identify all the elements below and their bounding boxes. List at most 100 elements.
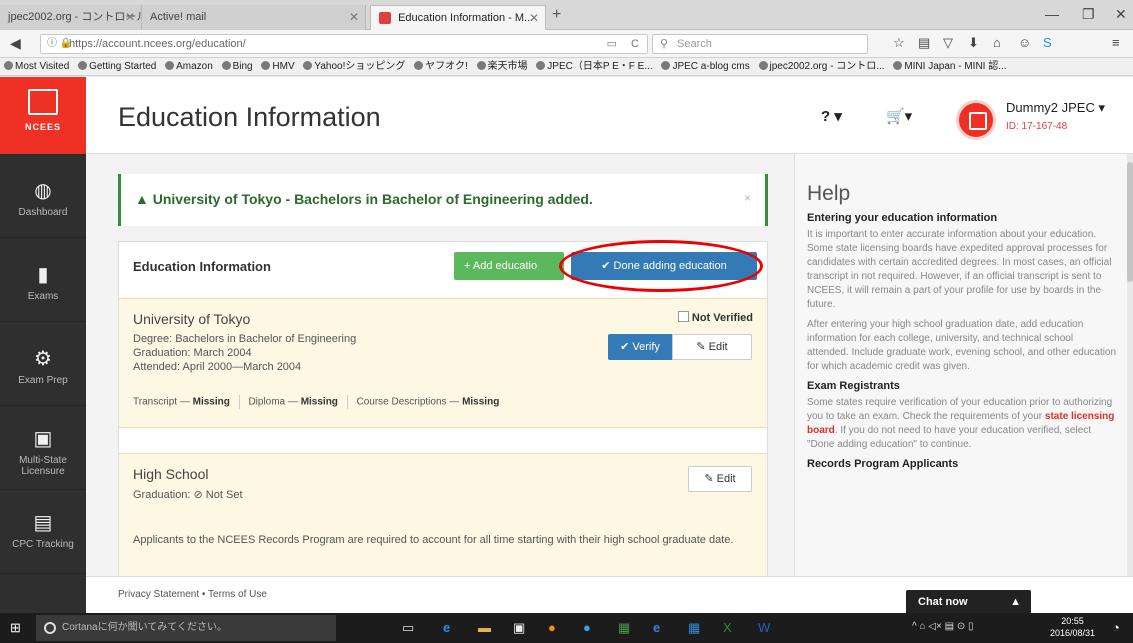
tab-active-mail[interactable]: Active! mail ✕ xyxy=(142,5,366,30)
back-icon[interactable]: ◀ xyxy=(10,35,21,52)
help-paragraph: It is important to enter accurate inform… xyxy=(807,229,1112,310)
user-menu[interactable]: Dummy2 JPEC ▾ xyxy=(1006,100,1105,116)
help-paragraph: After entering your high school graduati… xyxy=(807,319,1117,372)
ncees-favicon-icon xyxy=(379,12,391,25)
document-status: Transcript — Missing Diploma — Missing C… xyxy=(133,395,499,409)
star-icon[interactable]: ☆ xyxy=(893,35,905,51)
clock[interactable]: 20:55 2016/08/31 xyxy=(1050,615,1095,639)
tab-title: Education Information - M... xyxy=(398,12,534,24)
app-icon[interactable]: ▦ xyxy=(688,620,700,636)
library-icon[interactable]: ▤ xyxy=(918,35,930,51)
url-bar[interactable]: ⓘ 🔒 https://account.ncees.org/education/… xyxy=(40,34,648,54)
close-window-icon[interactable]: ✕ xyxy=(1115,6,1127,23)
transcript-status: Transcript — Missing xyxy=(133,396,230,408)
divider xyxy=(238,395,240,409)
avatar[interactable] xyxy=(956,100,996,140)
bookmark-item[interactable]: Bing xyxy=(221,58,253,75)
app-icon[interactable]: ● xyxy=(583,620,591,635)
edge-icon[interactable]: e xyxy=(443,620,450,635)
bookmark-icon xyxy=(476,61,486,70)
help-scrollbar[interactable] xyxy=(1127,154,1133,576)
maximize-icon[interactable]: ❐ xyxy=(1082,6,1095,23)
bookmark-item[interactable]: 楽天市場 xyxy=(476,58,528,75)
verify-button[interactable]: ✔ Verify xyxy=(608,334,672,360)
bookmark-item[interactable]: Amazon xyxy=(165,58,213,75)
help-heading: Entering your education information xyxy=(807,212,998,224)
chevron-up-icon: ▲ xyxy=(1010,596,1021,608)
close-icon[interactable]: × xyxy=(744,191,751,205)
minimize-icon[interactable]: — xyxy=(1045,6,1059,22)
bookmark-item[interactable]: Yahoo!ショッピング xyxy=(303,58,405,75)
bookmarks-bar: Most Visited Getting Started Amazon Bing… xyxy=(0,58,1133,76)
reload-icon[interactable]: C xyxy=(631,35,639,53)
search-input[interactable]: ⚲ Search xyxy=(652,34,868,54)
edit-button[interactable]: ✎ Edit xyxy=(672,334,752,360)
tab-jpec2002[interactable]: jpec2002.org - コントロールパネル ✕ xyxy=(0,5,142,30)
diploma-status: Diploma — Missing xyxy=(248,396,338,408)
not-verified-checkbox[interactable]: Not Verified xyxy=(677,311,753,324)
bookmark-item[interactable]: JPEC（日本P E・F E... xyxy=(536,58,653,75)
system-tray[interactable]: ^ ⌂ ◁× ▤ ⊙ ▯ xyxy=(912,621,973,632)
bookmark-item[interactable]: HMV xyxy=(261,58,295,75)
help-title: Help xyxy=(807,182,851,205)
bookmark-item[interactable]: jpec2002.org - コントロ... xyxy=(758,58,885,75)
cortana-search[interactable]: Cortanaに何か聞いてみてください。 xyxy=(36,615,336,641)
sidebar-item-cpc-tracking[interactable]: ▤ CPC Tracking xyxy=(0,490,86,574)
home-icon[interactable]: ⌂ xyxy=(993,35,1001,50)
user-name: Dummy2 JPEC xyxy=(1006,100,1095,115)
menu-icon[interactable]: ≡ xyxy=(1112,35,1120,50)
add-education-button[interactable]: + Add educatio xyxy=(454,252,564,280)
education-panel: Education Information + Add educatio ✔ D… xyxy=(118,240,768,576)
sidebar-item-label: Dashboard xyxy=(18,207,68,218)
internet-explorer-icon[interactable]: e xyxy=(653,620,660,635)
notification-icon[interactable]: ◔ xyxy=(1112,620,1120,635)
ncees-logo[interactable]: NCEES xyxy=(0,77,86,154)
reader-view-icon[interactable]: ▭ xyxy=(607,35,617,53)
tab-title: Active! mail xyxy=(150,11,207,23)
bookmark-item[interactable]: Most Visited xyxy=(4,58,69,75)
chat-now-button[interactable]: Chat now ▲ xyxy=(906,590,1031,614)
sidebar-item-dashboard[interactable]: ◍ Dashboard xyxy=(0,154,86,238)
edit-button[interactable]: ✎ Edit xyxy=(688,466,752,492)
cart-icon[interactable]: 🛒▾ xyxy=(886,107,912,125)
browser-tab-bar: jpec2002.org - コントロールパネル ✕ Active! mail … xyxy=(0,0,1133,30)
bookmark-icon xyxy=(4,61,13,70)
panel-title: Education Information xyxy=(133,259,271,274)
task-view-icon[interactable]: ▭ xyxy=(402,620,414,636)
help-menu-icon[interactable]: ? ▾ xyxy=(821,107,842,125)
bookmark-icon xyxy=(221,61,231,70)
store-icon[interactable]: ▣ xyxy=(513,620,525,636)
new-tab-icon[interactable]: + xyxy=(552,6,561,24)
file-explorer-icon[interactable]: ▬ xyxy=(478,620,491,635)
word-icon[interactable]: W xyxy=(758,620,770,635)
done-adding-education-button[interactable]: ✔ Done adding education xyxy=(571,252,757,280)
app-icon[interactable]: ▦ xyxy=(618,620,630,636)
excel-icon[interactable]: X xyxy=(723,620,732,635)
download-icon[interactable]: ⬇ xyxy=(968,35,979,51)
sidebar-item-exams[interactable]: ▮ Exams xyxy=(0,238,86,322)
bookmark-item[interactable]: MINI Japan - MINI 認... xyxy=(893,58,1007,75)
firefox-icon[interactable]: ● xyxy=(548,620,556,635)
close-icon[interactable]: ✕ xyxy=(349,5,359,29)
windows-start-icon[interactable]: ⊞ xyxy=(10,620,21,636)
sidebar-item-multi-state-licensure[interactable]: ▣ Multi-State Licensure xyxy=(0,406,86,490)
tab-title: jpec2002.org - コントロールパネル xyxy=(8,11,141,23)
bookmark-item[interactable]: JPEC a-blog cms xyxy=(661,58,750,75)
page-title: Education Information xyxy=(118,102,381,132)
sidebar-item-label: CPC Tracking xyxy=(12,539,74,550)
pocket-icon[interactable]: ▽ xyxy=(943,35,953,51)
school-name: University of Tokyo xyxy=(133,311,251,327)
extension-icon[interactable]: ☺ xyxy=(1018,35,1031,50)
tab-education-information[interactable]: Education Information - M... ✕ xyxy=(370,5,546,30)
bookmark-item[interactable]: Getting Started xyxy=(78,58,156,75)
close-icon[interactable]: ✕ xyxy=(529,6,539,30)
help-heading: Exam Registrants xyxy=(807,380,900,392)
sidebar-item-exam-prep[interactable]: ⚙ Exam Prep xyxy=(0,322,86,406)
bookmark-icon xyxy=(303,61,313,70)
skype-icon[interactable]: S xyxy=(1043,35,1052,50)
close-icon[interactable]: ✕ xyxy=(125,5,135,29)
footer-links[interactable]: Privacy Statement • Terms of Use xyxy=(118,589,267,600)
sidebar-item-label: Multi-State Licensure xyxy=(19,455,67,477)
bookmark-item[interactable]: ヤフオク! xyxy=(414,58,468,75)
dashboard-icon: ◍ xyxy=(34,180,52,202)
